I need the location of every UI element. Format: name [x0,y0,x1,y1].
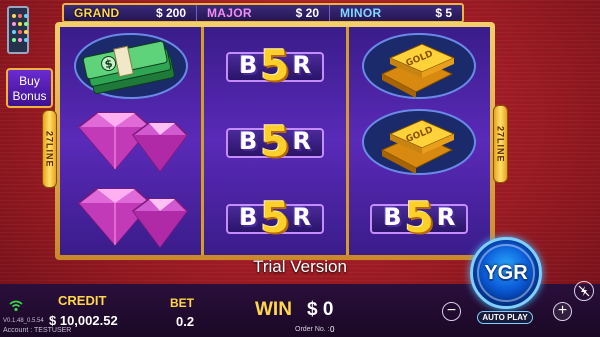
credit-value: $ 10,002.52 [49,313,118,328]
b5r-symbol: B 5 R [225,116,324,166]
reel-cell: B 5 R [204,179,345,255]
pink-diamond-icon [77,188,188,249]
b5r-letter-r: R [436,203,456,231]
b5r-letter-r: R [292,127,311,155]
reel-cell: B 5 R [204,103,345,179]
reel-cell: GOLD [349,27,490,103]
b5r-letter-r: R [292,51,311,79]
jackpot-bar: GRAND $ 200 MAJOR $ 20 MINOR $ 5 [62,3,464,23]
jackpot-grand: GRAND $ 200 [64,5,197,21]
autoplay-button[interactable]: AUTO PLAY [477,311,533,324]
reel-cell: B 5 R [349,179,490,255]
b5r-letter-b: B [238,203,258,231]
pink-diamond-icon [77,112,188,173]
bet-increase-button[interactable]: + [553,302,572,321]
menu-phone-icon[interactable] [7,6,29,54]
reel-cell: $ [60,27,201,103]
b5r-digit-5: 5 [404,192,434,242]
credit-label: CREDIT [58,293,107,308]
reel-cell [60,103,201,179]
b5r-symbol: B 5 R [370,192,469,242]
jackpot-minor-label: MINOR [340,6,382,20]
b5r-letter-b: B [238,51,258,79]
spin-button[interactable]: YGR [470,237,542,309]
spin-button-label: YGR [484,261,528,284]
lines-badge-right: 27LINE [493,105,508,183]
reel-cell: B 5 R [204,27,345,103]
b5r-symbol: B 5 R [225,192,324,242]
win-value: $ 0 [307,299,334,320]
reel-frame: $ B 5 R B 5 R B 5 R GOLD GOLD B 5 R [55,22,495,260]
reel-3: GOLD GOLD B 5 R [348,27,490,255]
trial-version-label: Trial Version [253,257,347,276]
bet-decrease-button[interactable]: − [442,302,461,321]
wifi-icon [9,300,23,312]
gold-bars-icon: GOLD [362,33,477,99]
win-label: WIN [255,299,292,320]
buy-bonus-button[interactable]: Buy Bonus [6,68,53,108]
b5r-letter-r: R [292,203,311,231]
reel-cell [60,179,201,255]
gold-bars-icon: GOLD [362,109,477,175]
reel-2: B 5 R B 5 R B 5 R [204,27,346,255]
b5r-letter-b: B [383,203,402,231]
reel-cell: GOLD [349,103,490,179]
b5r-digit-5: 5 [260,192,290,242]
lightning-off-icon [578,285,590,297]
jackpot-grand-value: $ 200 [155,6,186,20]
jackpot-minor: MINOR $ 5 [330,5,462,21]
bet-label: BET [170,296,194,310]
b5r-digit-5: 5 [260,40,290,90]
order-value: 0 [330,325,335,334]
b5r-letter-b: B [238,127,258,155]
b5r-digit-5: 5 [260,116,290,166]
order-label: Order No. : [295,326,330,333]
jackpot-major-label: MAJOR [207,6,252,20]
reels: $ B 5 R B 5 R B 5 R GOLD GOLD B 5 R [60,27,490,255]
version-text: V0.1.48_0.5.54 [3,318,44,324]
jackpot-grand-label: GRAND [74,6,120,20]
cash-stack-icon: $ [73,33,188,99]
turbo-button[interactable] [574,281,594,301]
bet-value[interactable]: 0.2 [176,314,194,329]
reel-1: $ [60,27,202,255]
buy-bonus-line1: Buy [19,74,40,88]
lines-badge-left: 27LINE [42,110,57,188]
account-text: Account : TESTUSER [3,327,72,334]
buy-bonus-line2: Bonus [12,89,47,103]
jackpot-major-value: $ 20 [295,6,319,20]
b5r-symbol: B 5 R [225,40,324,90]
jackpot-major: MAJOR $ 20 [197,5,330,21]
jackpot-minor-value: $ 5 [435,6,452,20]
